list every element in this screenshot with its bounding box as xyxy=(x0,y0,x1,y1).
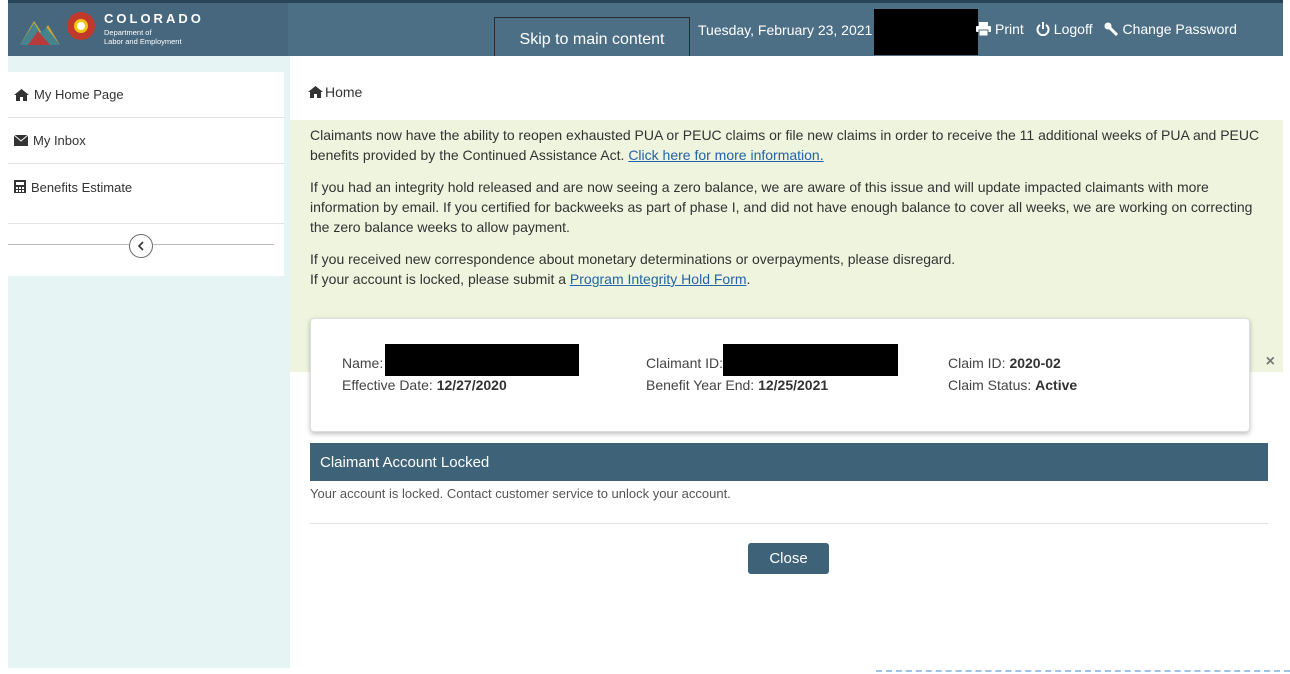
claim-id-label: Claim ID: xyxy=(948,355,1010,371)
effective-date-value: 12/27/2020 xyxy=(436,377,507,393)
claim-id-value: 2020-02 xyxy=(1009,355,1061,371)
collapse-divider-right xyxy=(153,244,274,245)
notice-p3-line2: If your account is locked, please submit… xyxy=(310,271,570,287)
claim-status-label: Claim Status: xyxy=(948,377,1036,393)
sidebar-item-my-inbox[interactable]: My Inbox xyxy=(8,118,284,164)
program-integrity-hold-form-link[interactable]: Program Integrity Hold Form xyxy=(570,271,747,287)
effective-date: Effective Date: 12/27/2020 xyxy=(342,375,507,395)
claimant-id-label: Claimant ID: xyxy=(646,355,724,371)
change-password-link[interactable]: Change Password xyxy=(1104,21,1237,37)
brand-name: COLORADO xyxy=(104,11,204,26)
claimant-id: Claimant ID: xyxy=(646,353,723,373)
redacted-user-block xyxy=(874,9,978,55)
header-date: Tuesday, February 23, 2021 xyxy=(698,22,873,38)
claim-status: Claim Status: Active xyxy=(948,375,1077,395)
app-frame: COLORADO Department of Labor and Employm… xyxy=(8,0,1283,668)
wrench-icon xyxy=(1104,22,1119,36)
header-links: Print Logoff Change Password xyxy=(976,21,1237,37)
sidebar-item-label: Benefits Estimate xyxy=(31,180,133,195)
sidebar-collapse-button[interactable] xyxy=(129,234,153,258)
logoff-link[interactable]: Logoff xyxy=(1036,21,1093,37)
collapse-divider-left xyxy=(8,244,129,245)
effective-date-label: Effective Date: xyxy=(342,377,437,393)
more-information-link[interactable]: Click here for more information. xyxy=(628,147,823,163)
redacted-name xyxy=(385,344,579,376)
power-icon xyxy=(1036,22,1050,36)
benefit-year-end-value: 12/25/2021 xyxy=(758,377,829,393)
dashed-selection-edge xyxy=(876,670,1290,672)
main-content: Home Claimants now have the ability to r… xyxy=(290,56,1283,668)
breadcrumb[interactable]: Home xyxy=(308,84,362,100)
account-locked-message: Your account is locked. Contact customer… xyxy=(310,486,731,501)
account-locked-title: Claimant Account Locked xyxy=(310,443,1268,481)
claim-status-value: Active xyxy=(1035,377,1078,393)
calculator-icon xyxy=(14,180,26,193)
colorado-seal-icon xyxy=(67,12,95,40)
benefit-year-end-label: Benefit Year End: xyxy=(646,377,759,393)
home-icon xyxy=(308,86,323,98)
brand-dept-line2: Labor and Employment xyxy=(104,37,182,46)
sidebar-item-label: My Home Page xyxy=(34,87,124,102)
brand-department: Department of Labor and Employment xyxy=(104,28,182,46)
redacted-claimant-id xyxy=(723,344,898,376)
cdle-logo[interactable]: COLORADO Department of Labor and Employm… xyxy=(8,3,288,56)
home-icon xyxy=(14,88,29,101)
skip-to-main-button[interactable]: Skip to main content xyxy=(494,17,690,59)
chevron-left-icon xyxy=(137,241,144,251)
claim-id: Claim ID: 2020-02 xyxy=(948,353,1061,373)
claimant-name: Name: xyxy=(342,353,383,373)
mountain-logo-icon xyxy=(20,21,60,45)
print-label: Print xyxy=(995,21,1024,37)
sidebar-item-my-home-page[interactable]: My Home Page xyxy=(8,72,284,118)
logoff-label: Logoff xyxy=(1053,21,1093,37)
change-password-label: Change Password xyxy=(1122,21,1237,37)
header: COLORADO Department of Labor and Employm… xyxy=(8,0,1283,59)
sidebar: My Home Page My Inbox Benefits Estimate xyxy=(8,72,284,276)
dialog-divider xyxy=(310,523,1268,524)
breadcrumb-home: Home xyxy=(325,84,363,100)
notice-p3-line1: If you received new correspondence about… xyxy=(310,251,956,267)
brand-dept-line1: Department of xyxy=(104,28,152,37)
printer-icon xyxy=(976,22,991,36)
claim-summary-card: Name: Effective Date: 12/27/2020 Claiman… xyxy=(310,318,1250,432)
notice-p3-end: . xyxy=(746,271,751,287)
notice-paragraph-3: If you received new correspondence about… xyxy=(310,249,1264,289)
sidebar-item-benefits-estimate[interactable]: Benefits Estimate xyxy=(8,164,284,224)
benefit-year-end: Benefit Year End: 12/25/2021 xyxy=(646,375,828,395)
dismiss-banner-icon[interactable]: × xyxy=(1266,352,1275,372)
envelope-icon xyxy=(14,135,28,146)
print-link[interactable]: Print xyxy=(976,21,1024,37)
notice-paragraph-1: Claimants now have the ability to reopen… xyxy=(310,125,1264,165)
sidebar-item-label: My Inbox xyxy=(33,133,86,148)
notice-paragraph-2: If you had an integrity hold released an… xyxy=(310,179,1253,235)
close-button[interactable]: Close xyxy=(748,543,829,574)
name-label: Name: xyxy=(342,355,384,371)
sidebar-collapse-row xyxy=(8,234,284,258)
